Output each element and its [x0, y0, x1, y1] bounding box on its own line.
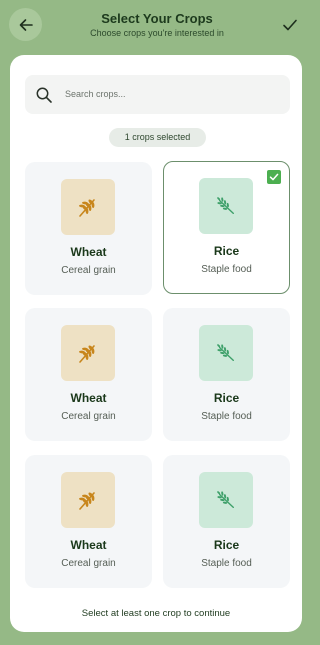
crop-name: Wheat	[70, 538, 107, 552]
crop-image-tile	[199, 325, 253, 381]
crop-image-tile	[61, 179, 115, 235]
search-input[interactable]	[65, 83, 280, 105]
crop-description: Staple food	[201, 411, 252, 422]
checkmark-icon	[283, 19, 297, 31]
crop-image-tile	[199, 178, 253, 234]
wheat-icon	[79, 199, 95, 217]
rice-icon	[217, 344, 235, 362]
selected-count-badge: 1 crops selected	[109, 128, 206, 147]
crop-name: Wheat	[70, 245, 107, 259]
page-subtitle: Choose crops you're interested in	[90, 28, 224, 38]
search-bar[interactable]	[25, 75, 290, 114]
crop-image-tile	[61, 325, 115, 381]
crop-card-rice[interactable]: Rice Staple food	[163, 308, 290, 441]
crop-image-tile	[61, 472, 115, 528]
confirm-button[interactable]	[277, 12, 303, 38]
crop-name: Wheat	[70, 391, 107, 405]
crop-card-wheat[interactable]: Wheat Cereal grain	[25, 308, 152, 441]
checkmark-icon	[269, 173, 279, 181]
selection-hint: Select at least one crop to continue	[81, 608, 231, 619]
selected-checkbox[interactable]	[267, 170, 281, 184]
search-icon	[36, 87, 52, 103]
crop-card-wheat[interactable]: Wheat Cereal grain	[25, 162, 152, 295]
crop-description: Staple food	[201, 264, 252, 275]
crop-name: Rice	[213, 538, 240, 552]
crop-card-rice[interactable]: Rice Staple food	[163, 455, 290, 588]
wheat-icon	[79, 345, 95, 363]
rice-icon	[217, 491, 235, 509]
crop-image-tile	[199, 472, 253, 528]
crop-name: Rice	[213, 391, 240, 405]
crop-description: Cereal grain	[61, 411, 116, 422]
crop-card-rice[interactable]: Rice Staple food	[163, 161, 290, 294]
crop-name: Rice	[213, 244, 240, 258]
crop-selection-panel: 1 crops selected Wheat Cereal grain	[10, 55, 302, 632]
top-bar: Select Your Crops Choose crops you're in…	[0, 0, 314, 54]
page-title: Select Your Crops	[101, 11, 213, 26]
rice-icon	[217, 197, 235, 215]
crop-description: Staple food	[201, 558, 252, 569]
wheat-icon	[79, 492, 95, 510]
crop-description: Cereal grain	[61, 558, 116, 569]
crop-description: Cereal grain	[61, 265, 116, 276]
crop-card-wheat[interactable]: Wheat Cereal grain	[25, 455, 152, 588]
